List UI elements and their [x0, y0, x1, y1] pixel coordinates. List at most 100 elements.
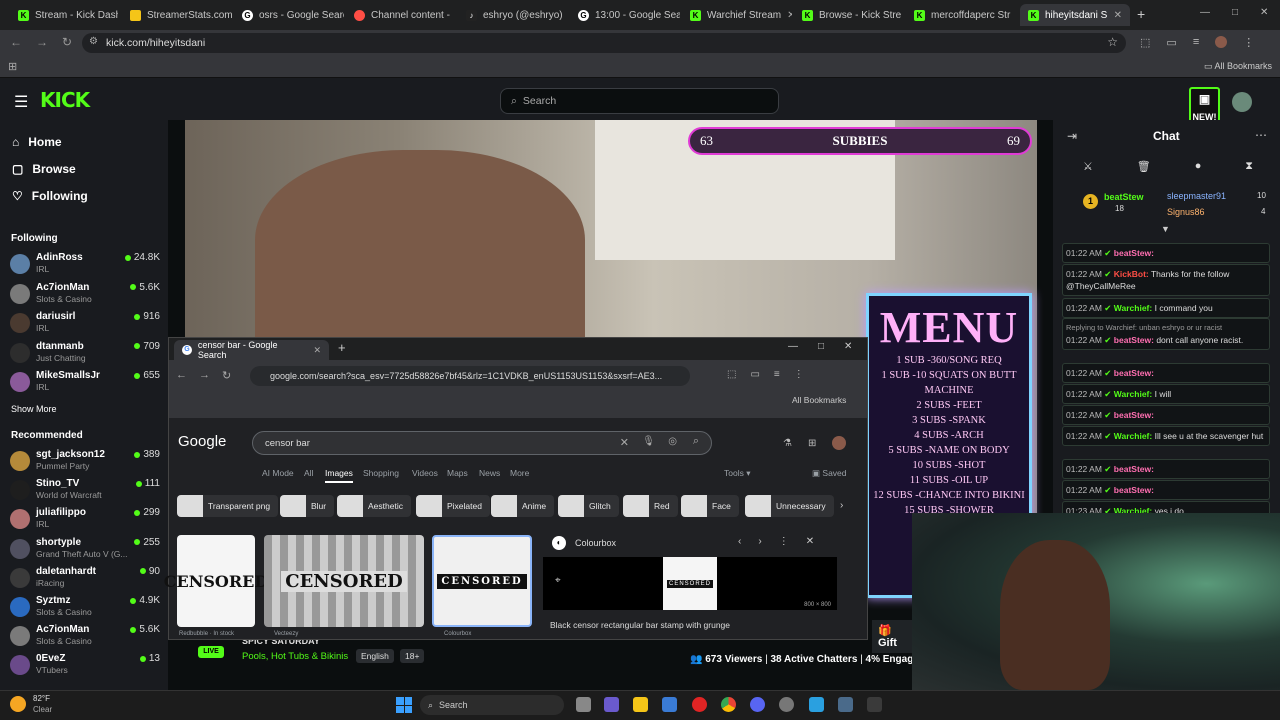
kick-search-input[interactable]: ⌕ Search: [500, 88, 779, 114]
collapse-chat-icon[interactable]: ⇥: [1067, 129, 1077, 143]
google-tab-all[interactable]: All: [304, 468, 313, 478]
kick-logo[interactable]: KICK: [40, 88, 90, 112]
sidebar-channel[interactable]: sgt_jackson12 Pummel Party 389: [10, 449, 160, 477]
preview-source[interactable]: Colourbox: [575, 538, 616, 548]
sidebar-channel[interactable]: dtanmanb Just Chatting 709: [10, 341, 160, 369]
task-view-icon[interactable]: [576, 697, 591, 712]
close-preview-icon[interactable]: ✕: [806, 536, 814, 547]
browser-tab[interactable]: K Warchief Stream ✕: [682, 4, 792, 26]
sidebar-channel[interactable]: Ac7ionMan Slots & Casino 5.6K: [10, 282, 160, 310]
sidebar-channel[interactable]: dariusirl IRL 916: [10, 311, 160, 339]
extensions-icon[interactable]: ⬚: [727, 369, 736, 380]
show-more-button[interactable]: Show More: [11, 404, 57, 414]
google-tab-videos[interactable]: Videos: [412, 468, 438, 478]
google-logo[interactable]: Google: [178, 433, 226, 450]
browser-tab[interactable]: Kmercoffdaperc Str✕: [906, 4, 1016, 26]
stream-category[interactable]: Pools, Hot Tubs & Bikinis: [242, 651, 348, 662]
chat-message[interactable]: 01:22 AM ✔ beatStew:: [1062, 243, 1270, 263]
refine-chip[interactable]: Glitch: [558, 495, 619, 517]
taskbar-search[interactable]: ⌕ Search: [420, 695, 564, 715]
apps-grid-icon[interactable]: ⊞: [808, 438, 816, 449]
chat-message[interactable]: 01:22 AM ✔ KickBot: Thanks for the follo…: [1062, 264, 1270, 296]
google-tab-ai-mode[interactable]: AI Mode: [262, 468, 294, 478]
chat-message[interactable]: 01:22 AM ✔ beatStew:: [1062, 363, 1270, 383]
chat-message[interactable]: 01:22 AM ✔ Warchief: I command you: [1062, 298, 1270, 318]
app-icon[interactable]: [809, 697, 824, 712]
clear-search-icon[interactable]: ✕: [620, 436, 629, 449]
forward-icon[interactable]: →: [36, 35, 48, 49]
browser-tab[interactable]: KBrowse - Kick Stre✕: [794, 4, 904, 26]
menu-icon[interactable]: ⋮: [794, 369, 804, 380]
tools-button[interactable]: Tools ▾: [724, 468, 750, 479]
forward-icon[interactable]: →: [199, 369, 210, 382]
account-avatar[interactable]: [832, 436, 847, 450]
trash-icon[interactable]: 🗑: [1137, 160, 1151, 173]
gift-button[interactable]: 🎁 Gift: [872, 620, 913, 653]
google-tab-more[interactable]: More: [510, 468, 529, 478]
refine-chip[interactable]: Unnecessary: [745, 495, 834, 517]
profile-icon[interactable]: [1215, 36, 1228, 48]
browser-tab[interactable]: KStream - Kick Dash✕: [10, 4, 118, 26]
chat-message[interactable]: 01:22 AM ✔ Warchief: I will: [1062, 384, 1270, 404]
sidebar-channel[interactable]: daletanhardt iRacing 90: [10, 566, 160, 594]
image-result[interactable]: CENSORED: [164, 535, 268, 627]
weather-icon[interactable]: [10, 696, 26, 712]
refine-chip[interactable]: Aesthetic: [337, 495, 411, 517]
popup-address-bar[interactable]: google.com/search?sca_esv=7725d58826e7bf…: [250, 366, 690, 386]
preview-caption[interactable]: Black censor rectangular bar stamp with …: [550, 620, 730, 630]
app-icon[interactable]: [838, 697, 853, 712]
sidebar-channel[interactable]: Syztmz Slots & Casino 4.9K: [10, 595, 160, 623]
sidebar-channel[interactable]: Stino_TV World of Warcraft 111: [10, 478, 160, 506]
google-tab-maps[interactable]: Maps: [447, 468, 468, 478]
expand-leaderboard-icon[interactable]: ▼: [1161, 224, 1170, 234]
popup-tab-active[interactable]: G censor bar - Google Search ✕: [174, 340, 329, 360]
app-icon[interactable]: [692, 697, 707, 712]
close-window-icon[interactable]: ✕: [844, 341, 852, 352]
back-icon[interactable]: ←: [10, 35, 22, 49]
refine-chip[interactable]: Anime: [491, 495, 555, 517]
google-search-input[interactable]: censor bar ✕ 🎙 ◎ ⌕: [252, 431, 712, 455]
close-tab-icon[interactable]: ✕: [1114, 10, 1122, 21]
popup-all-bookmarks[interactable]: All Bookmarks: [792, 395, 846, 405]
chat-message[interactable]: 01:22 AM ✔ beatStew:: [1062, 459, 1270, 479]
reload-icon[interactable]: ↻: [222, 369, 231, 382]
settings-icon[interactable]: [662, 697, 677, 712]
google-tab-shopping[interactable]: Shopping: [363, 468, 399, 478]
more-options-icon[interactable]: ⋮: [779, 536, 789, 547]
sword-icon[interactable]: ⚔: [1083, 160, 1093, 173]
chat-message[interactable]: 01:22 AM ✔ beatStew:: [1062, 480, 1270, 500]
rating-tag[interactable]: 18+: [400, 649, 425, 663]
browser-tab[interactable]: ♪eshryo (@eshryo)✕: [458, 4, 568, 26]
reload-icon[interactable]: ↻: [62, 35, 72, 49]
browser-tab[interactable]: StreamerStats.com✕: [122, 4, 232, 26]
new-tab-icon[interactable]: +: [1137, 6, 1145, 22]
refine-chip[interactable]: Face: [681, 495, 739, 517]
google-tab-news[interactable]: News: [479, 468, 500, 478]
chat-options-icon[interactable]: ⋯: [1255, 128, 1267, 142]
bookmark-star-icon[interactable]: ☆: [1107, 35, 1118, 49]
address-bar[interactable]: ⚙ kick.com/hiheyitsdani ☆: [82, 33, 1126, 53]
windows-start-icon[interactable]: [396, 697, 412, 713]
maximize-icon[interactable]: □: [818, 341, 824, 352]
search-icon[interactable]: ⌕: [693, 435, 699, 448]
back-icon[interactable]: ←: [176, 369, 187, 382]
minimize-icon[interactable]: —: [788, 341, 798, 352]
minimize-icon[interactable]: —: [1200, 7, 1210, 18]
sidebar-channel[interactable]: shortyple Grand Theft Auto V (G... 255: [10, 537, 160, 565]
site-info-icon[interactable]: ⚙: [89, 36, 98, 47]
media-icon[interactable]: ≡: [1193, 36, 1199, 49]
google-tab-images[interactable]: Images: [325, 468, 353, 483]
lens-search-icon[interactable]: ⌖: [555, 575, 561, 586]
new-tab-icon[interactable]: +: [338, 340, 346, 355]
browser-tab[interactable]: Channel content -✕: [346, 4, 456, 26]
maximize-icon[interactable]: □: [1232, 7, 1238, 18]
sidebar-channel[interactable]: AdinRoss IRL 24.8K: [10, 252, 160, 280]
obs-icon[interactable]: [779, 697, 794, 712]
lens-icon[interactable]: ◎: [668, 436, 677, 447]
language-tag[interactable]: English: [356, 649, 394, 663]
discord-icon[interactable]: [750, 697, 765, 712]
hamburger-menu-icon[interactable]: ☰: [14, 92, 28, 112]
chat-message[interactable]: 01:22 AM ✔ beatStew:: [1062, 405, 1270, 425]
bubble-icon[interactable]: ●: [1195, 160, 1202, 173]
close-tab-icon[interactable]: ✕: [787, 10, 792, 21]
